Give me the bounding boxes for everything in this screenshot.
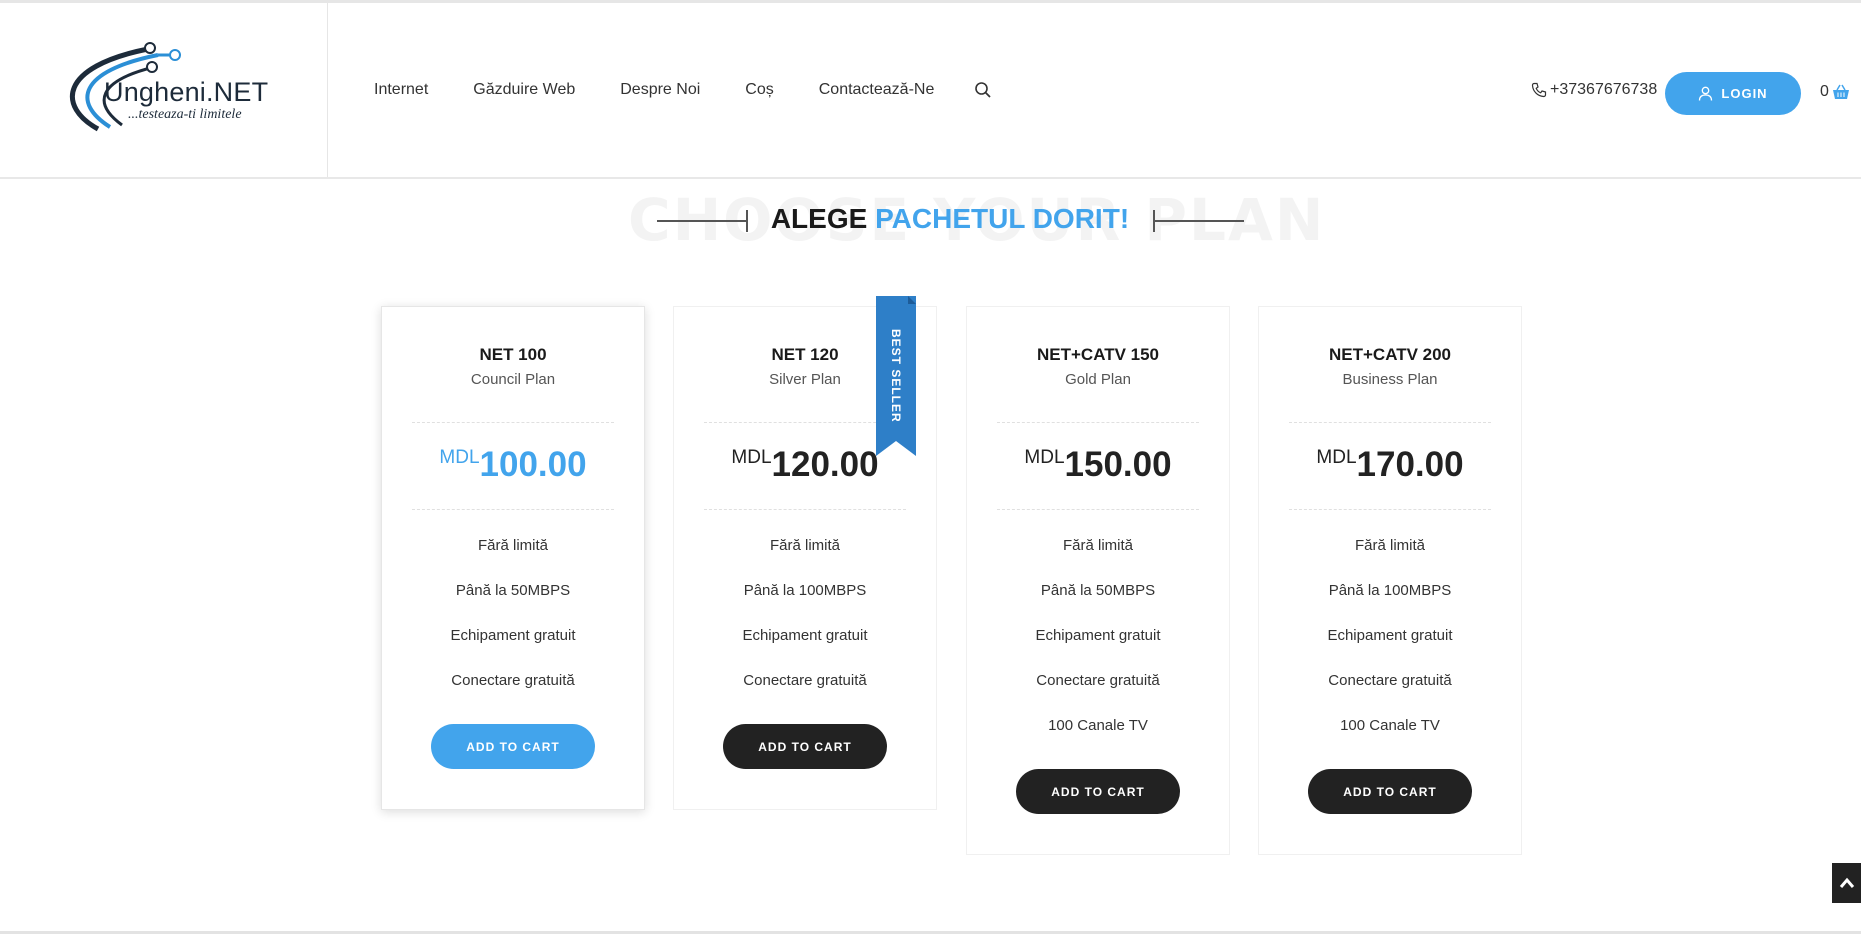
section-heading: ALEGE PACHETUL DORIT! — [760, 201, 1140, 237]
price-amount: 100.00 — [479, 445, 587, 484]
price-currency: MDL — [1024, 447, 1065, 468]
login-label: LOGIN — [1721, 86, 1768, 101]
feature-item: 100 Canale TV — [1340, 717, 1440, 734]
plan-price: MDL100.00 — [382, 445, 644, 487]
plan-name: NET+CATV 200 — [1328, 345, 1452, 364]
best-seller-label: BEST SELLER — [889, 329, 903, 423]
plan-card-net-catv-200: NET+CATV 200 Business Plan MDL170.00 Făr… — [1258, 306, 1522, 855]
feature-item: Fără limită — [1354, 537, 1425, 554]
user-icon — [1699, 86, 1713, 101]
plan-subtitle: Gold Plan — [1065, 371, 1131, 388]
nav-item-internet[interactable]: Internet — [374, 81, 428, 99]
plan-divider — [704, 509, 906, 510]
plan-price: MDL170.00 — [1259, 445, 1521, 487]
plan-price: MDL150.00 — [967, 445, 1229, 487]
price-amount: 170.00 — [1356, 445, 1464, 484]
feature-item: Până la 100MBPS — [743, 582, 867, 599]
add-to-cart-button[interactable]: ADD TO CART — [1308, 769, 1472, 814]
price-amount: 150.00 — [1064, 445, 1172, 484]
feature-item: Conectare gratuită — [743, 672, 867, 689]
nav-item-cart[interactable]: Coș — [745, 81, 773, 99]
title-divider-left — [657, 220, 747, 222]
phone-link[interactable]: +37367676738 — [1531, 81, 1657, 99]
plan-divider — [997, 509, 1199, 510]
main-nav: Internet Găzduire Web Despre Noi Coș Con… — [374, 3, 992, 177]
price-currency: MDL — [1316, 447, 1357, 468]
title-divider-right — [1154, 220, 1244, 222]
add-to-cart-button[interactable]: ADD TO CART — [1016, 769, 1180, 814]
search-icon[interactable] — [974, 81, 992, 99]
price-currency: MDL — [731, 447, 772, 468]
logo-link[interactable]: Ungheni.NET ...testeaza-ti limitele — [0, 3, 328, 177]
plan-name: NET+CATV 150 — [1036, 345, 1160, 364]
login-button[interactable]: LOGIN — [1665, 72, 1801, 115]
chevron-up-icon — [1839, 877, 1854, 888]
plan-features: Fără limită Până la 50MBPS Echipament gr… — [967, 536, 1229, 761]
feature-item: Fără limită — [769, 537, 840, 554]
feature-item: Până la 100MBPS — [1328, 582, 1452, 599]
feature-item: Echipament gratuit — [1035, 627, 1161, 644]
plan-divider — [997, 422, 1199, 423]
section-heading-dark: ALEGE — [770, 203, 868, 234]
logo-slogan: ...testeaza-ti limitele — [128, 107, 242, 122]
footer-divider — [0, 931, 1861, 934]
plan-divider — [412, 509, 614, 510]
ribbon-fold — [908, 296, 916, 304]
plan-features: Fără limită Până la 100MBPS Echipament g… — [674, 536, 936, 716]
section-heading-blue: PACHETUL DORIT! — [875, 203, 1130, 234]
plan-card-net-100: NET 100 Council Plan MDL100.00 Fără limi… — [381, 306, 645, 810]
feature-item: Echipament gratuit — [450, 627, 576, 644]
nav-item-contact[interactable]: Contactează-Ne — [819, 81, 935, 99]
plan-subtitle: Council Plan — [470, 371, 556, 388]
feature-item: Echipament gratuit — [1327, 627, 1453, 644]
feature-item: Conectare gratuită — [1328, 672, 1452, 689]
phone-number: +37367676738 — [1550, 81, 1658, 98]
scroll-to-top-button[interactable] — [1832, 863, 1861, 903]
feature-item: Echipament gratuit — [742, 627, 868, 644]
plan-subtitle: Business Plan — [1342, 371, 1438, 388]
basket-icon — [1832, 84, 1849, 99]
feature-item: 100 Canale TV — [1048, 717, 1148, 734]
logo-name: Ungheni.NET — [104, 77, 269, 107]
plan-name: NET 100 — [479, 345, 547, 364]
feature-item: Până la 50MBPS — [1040, 582, 1156, 599]
title-divider-left-tick — [746, 210, 748, 232]
plan-divider — [1289, 422, 1491, 423]
feature-item: Fără limită — [1062, 537, 1133, 554]
feature-item: Fără limită — [477, 537, 548, 554]
phone-icon — [1531, 82, 1547, 98]
title-divider-right-tick — [1153, 210, 1155, 232]
plan-divider — [1289, 509, 1491, 510]
ribbon-notch — [876, 441, 916, 456]
section-title: CHOOSE YOUR PLAN ALEGE PACHETUL DORIT! — [0, 185, 1861, 255]
add-to-cart-button[interactable]: ADD TO CART — [723, 724, 887, 769]
feature-item: Conectare gratuită — [451, 672, 575, 689]
site-header: Ungheni.NET ...testeaza-ti limitele Inte… — [0, 0, 1861, 179]
add-to-cart-button[interactable]: ADD TO CART — [431, 724, 595, 769]
feature-item: Conectare gratuită — [1036, 672, 1160, 689]
nav-item-web-hosting[interactable]: Găzduire Web — [473, 81, 575, 99]
price-amount: 120.00 — [771, 445, 879, 484]
plan-divider — [412, 422, 614, 423]
plan-features: Fără limită Până la 100MBPS Echipament g… — [1259, 536, 1521, 761]
cart-count: 0 — [1820, 83, 1829, 100]
price-currency: MDL — [439, 447, 480, 468]
cart-link[interactable]: 0 — [1820, 83, 1850, 101]
plan-card-net-catv-150: NET+CATV 150 Gold Plan MDL150.00 Fără li… — [966, 306, 1230, 855]
plan-features: Fără limită Până la 50MBPS Echipament gr… — [382, 536, 644, 716]
nav-item-about[interactable]: Despre Noi — [620, 81, 700, 99]
feature-item: Până la 50MBPS — [455, 582, 571, 599]
